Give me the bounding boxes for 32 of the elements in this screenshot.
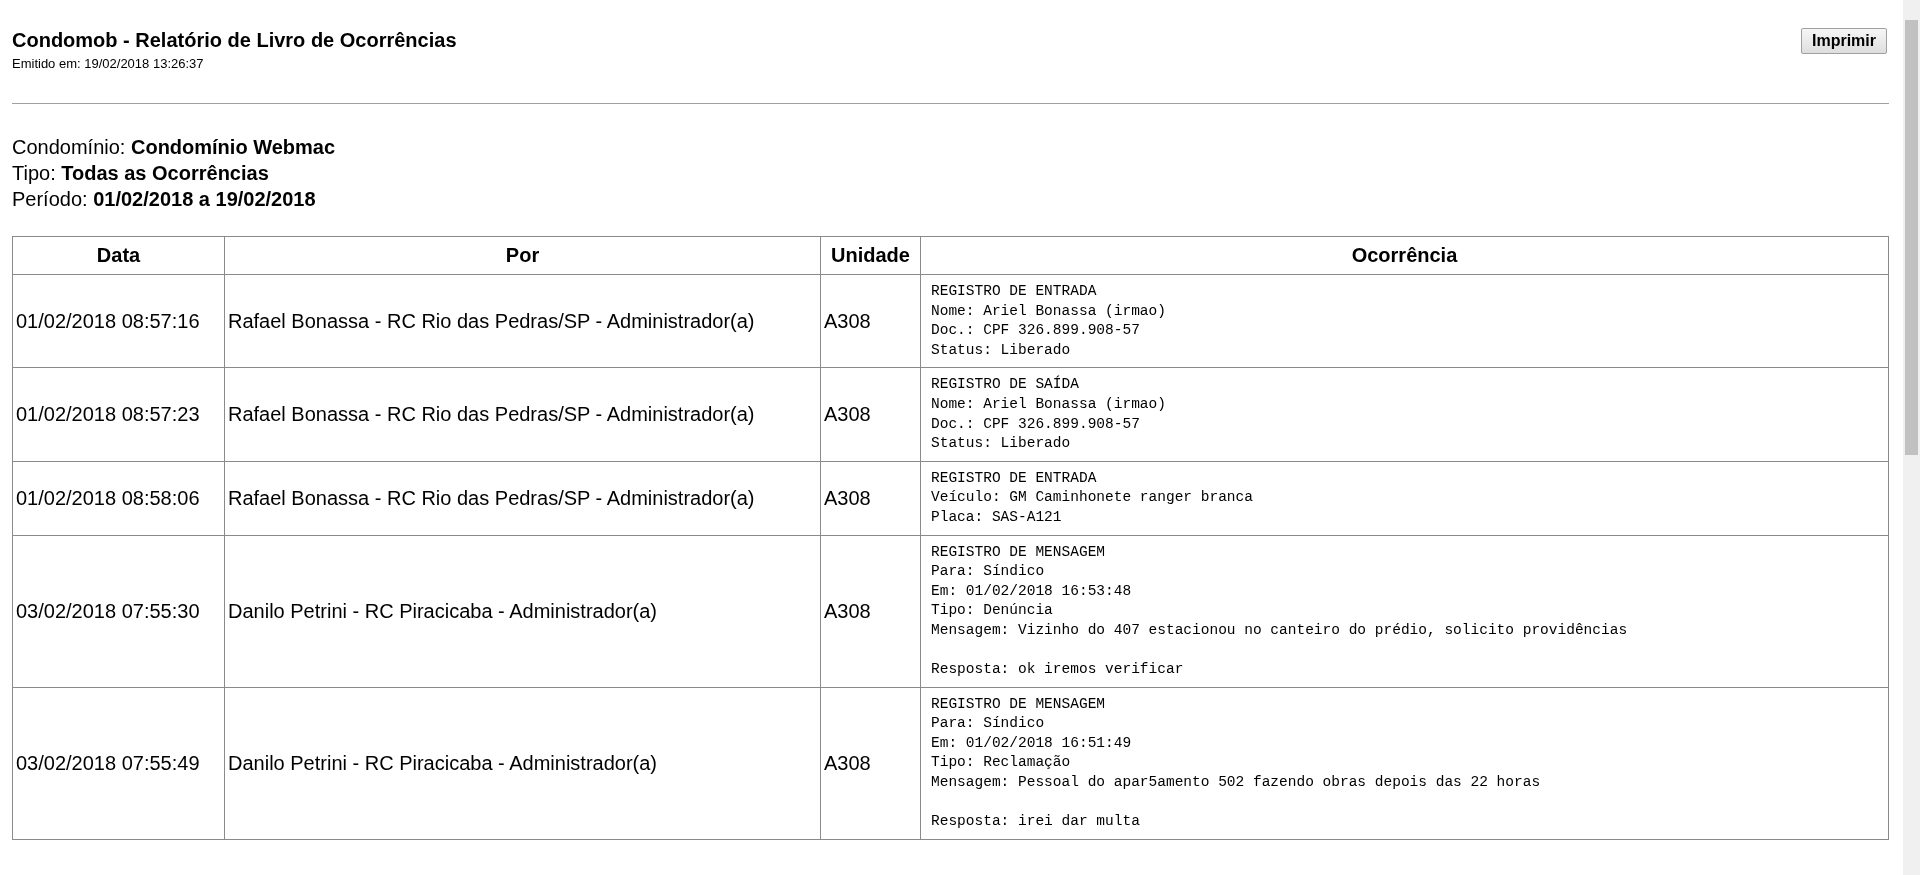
table-cell: A308 bbox=[820, 535, 921, 688]
column-header: Ocorrência bbox=[920, 236, 1889, 275]
column-header: Unidade bbox=[820, 236, 921, 275]
print-button[interactable]: Imprimir bbox=[1801, 28, 1887, 54]
table-cell: 01/02/2018 08:58:06 bbox=[12, 461, 225, 536]
report-title: Condomob - Relatório de Livro de Ocorrências bbox=[12, 28, 457, 52]
table-cell: Rafael Bonassa - RC Rio das Pedras/SP - Administrador(a) bbox=[224, 461, 821, 536]
occurrence-cell: REGISTRO DE SAÍDA Nome: Ariel Bonassa (irmao) Doc.: CPF 326.899.908-57 Status: Liberado bbox=[920, 367, 1889, 462]
table-cell: 01/02/2018 08:57:16 bbox=[12, 274, 225, 368]
filter-line: Tipo: Todas as Ocorrências bbox=[12, 161, 270, 186]
issued-date: Emitido em: 19/02/2018 13:26:37 bbox=[12, 56, 205, 71]
occurrence-cell: REGISTRO DE MENSAGEM Para: Síndico Em: 01/02/2018 16:53:48 Tipo: Denúncia Mensagem: Vizinho do 407 estacionou no canteiro do prédio, solicito providências Resposta: ok iremos verificar bbox=[920, 535, 1889, 688]
table-cell: 01/02/2018 08:57:23 bbox=[12, 367, 225, 462]
table-cell: 03/02/2018 07:55:30 bbox=[12, 535, 225, 688]
scrollbar[interactable] bbox=[1903, 0, 1920, 875]
column-header: Data bbox=[12, 236, 225, 275]
table-cell: Danilo Petrini - RC Piracicaba - Administrador(a) bbox=[224, 535, 821, 688]
table-cell: Rafael Bonassa - RC Rio das Pedras/SP - Administrador(a) bbox=[224, 367, 821, 462]
table-cell: 03/02/2018 07:55:49 bbox=[12, 687, 225, 840]
column-header: Por bbox=[224, 236, 821, 275]
occurrence-cell: REGISTRO DE ENTRADA Nome: Ariel Bonassa (irmao) Doc.: CPF 326.899.908-57 Status: Liberado bbox=[920, 274, 1889, 368]
table-cell: Danilo Petrini - RC Piracicaba - Administrador(a) bbox=[224, 687, 821, 840]
table-cell: Rafael Bonassa - RC Rio das Pedras/SP - Administrador(a) bbox=[224, 274, 821, 368]
occurrence-cell: REGISTRO DE MENSAGEM Para: Síndico Em: 01/02/2018 16:51:49 Tipo: Reclamação Mensagem: Pessoal do apar5amento 502 fazendo obras depois das 22 horas Resposta: irei dar multa bbox=[920, 687, 1889, 840]
table-cell: A308 bbox=[820, 367, 921, 462]
table-cell: A308 bbox=[820, 687, 921, 840]
filter-line: Período: 01/02/2018 a 19/02/2018 bbox=[12, 187, 317, 212]
table-cell: A308 bbox=[820, 461, 921, 536]
table-cell: A308 bbox=[820, 274, 921, 368]
occurrence-cell: REGISTRO DE ENTRADA Veículo: GM Caminhonete ranger branca Placa: SAS-A121 bbox=[920, 461, 1889, 536]
filter-line: Condomínio: Condomínio Webmac bbox=[12, 135, 337, 160]
scrollbar-thumb[interactable] bbox=[1905, 20, 1918, 455]
